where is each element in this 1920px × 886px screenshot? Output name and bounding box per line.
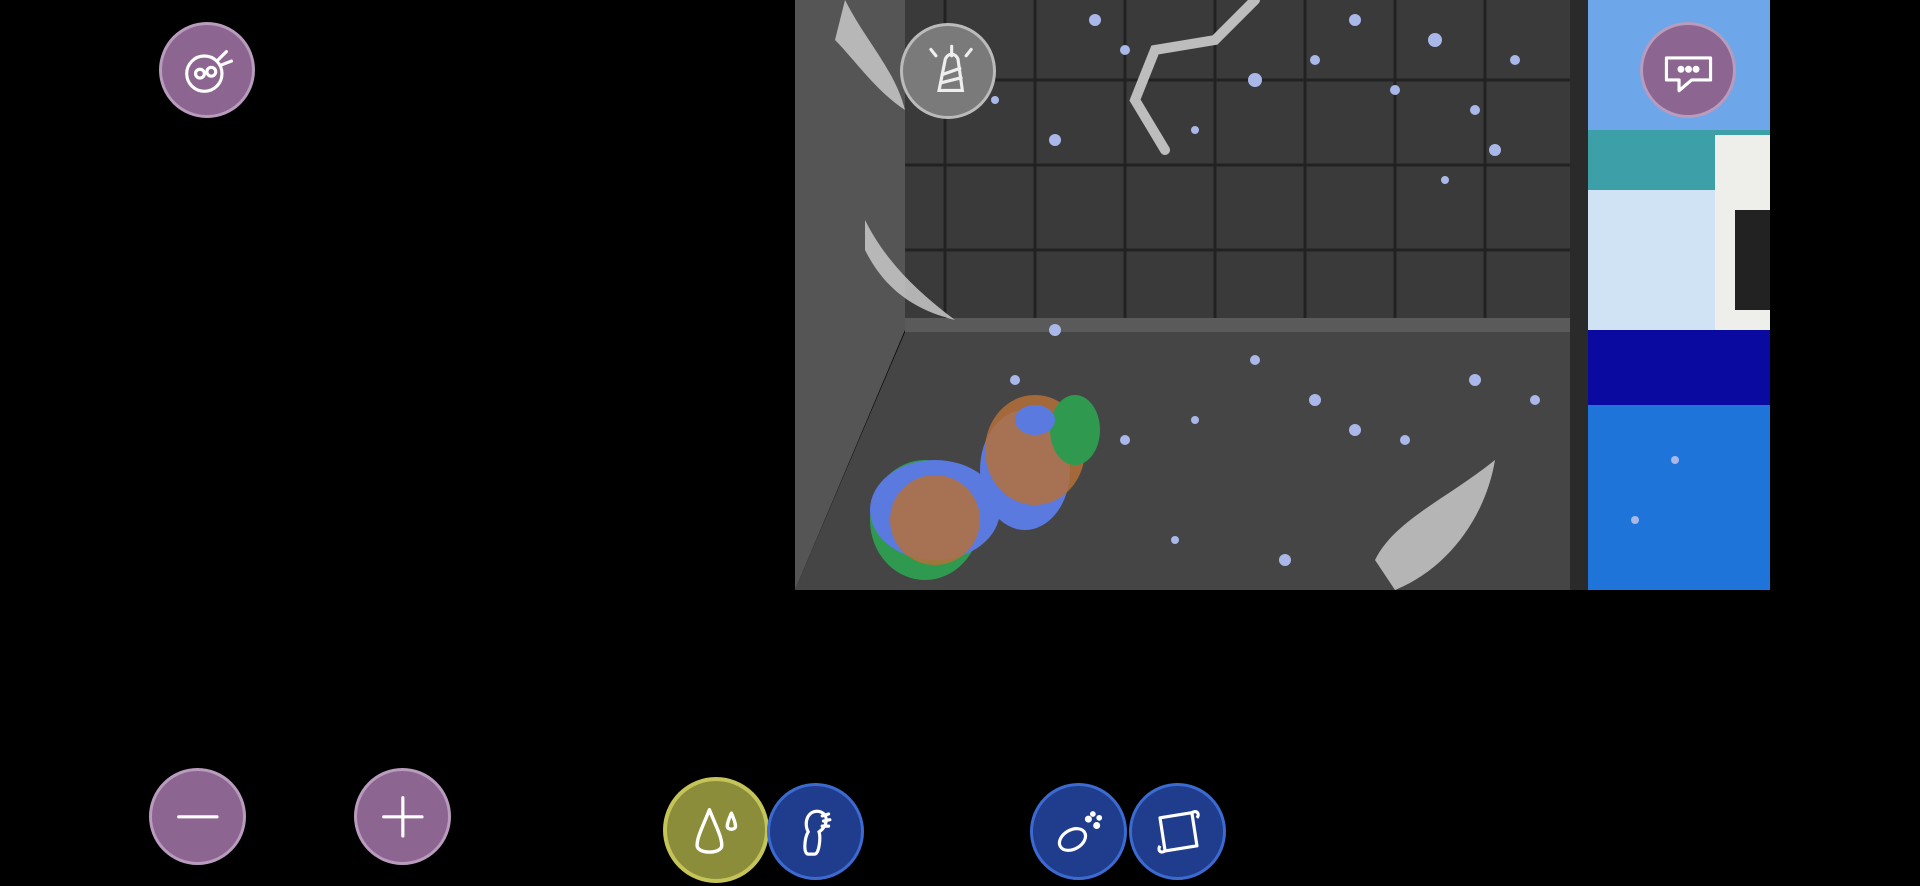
towel-icon [1157,809,1200,854]
water-tool-button[interactable] [663,777,769,883]
zoom-in-button[interactable] [354,768,451,865]
plus-icon [381,795,424,838]
chat-bubble-icon [1664,55,1712,92]
towel-tool-button[interactable] [1129,783,1226,880]
pet-menu-button[interactable] [159,22,255,118]
shower-frame [1570,0,1588,590]
pet-face-icon [184,49,233,93]
shower-head-button[interactable] [900,23,996,119]
chat-button[interactable] [1640,22,1736,118]
water-drop-icon [695,807,737,854]
shower-ledge [905,318,1585,332]
soap-icon [1057,810,1102,852]
minus-icon [176,814,219,819]
zoom-out-button[interactable] [149,768,246,865]
brush-icon [802,809,832,856]
shower-head-icon [928,44,973,92]
brush-tool-button[interactable] [767,783,864,880]
soap-tool-button[interactable] [1030,783,1127,880]
